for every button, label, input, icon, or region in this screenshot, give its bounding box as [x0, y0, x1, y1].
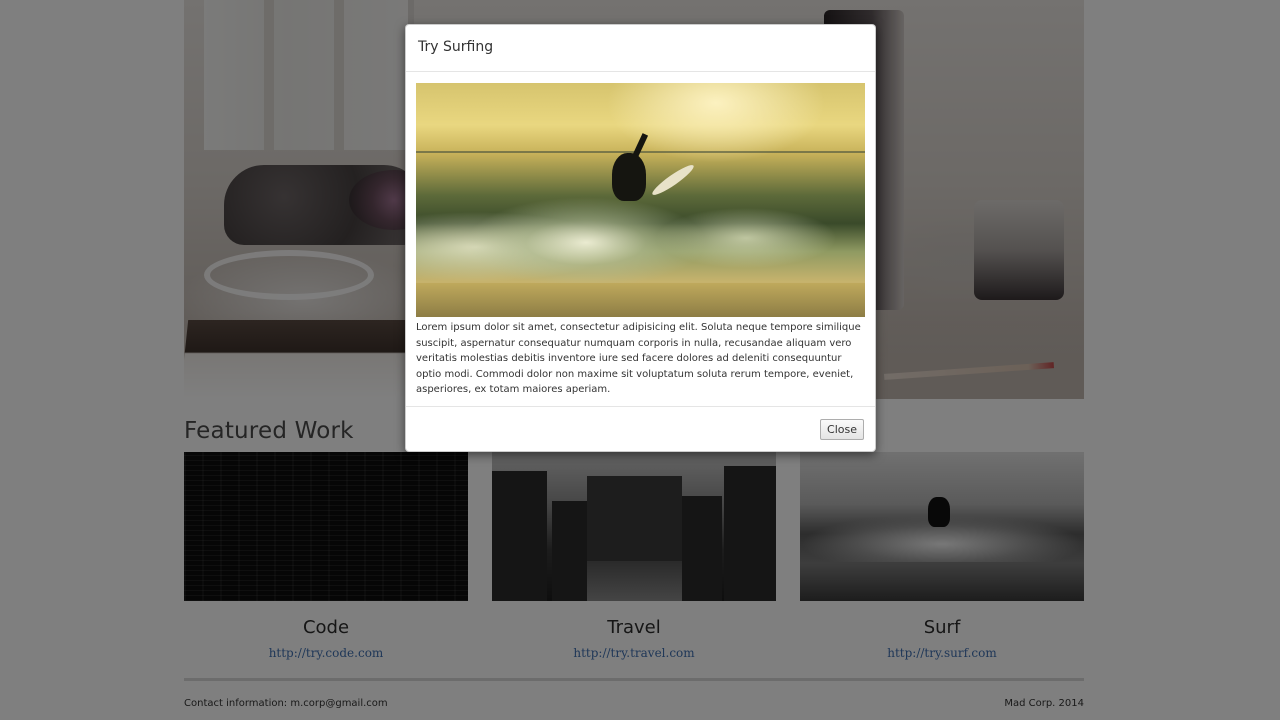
- surfing-photo: [416, 83, 865, 317]
- modal-title: Try Surfing: [418, 39, 494, 55]
- close-button[interactable]: Close: [820, 419, 864, 440]
- modal-header: Try Surfing: [406, 25, 875, 72]
- modal-dialog: Try Surfing Lorem ipsum dolor sit amet, …: [405, 24, 876, 452]
- page: Featured Work Code http://try.code.com T…: [0, 0, 1280, 720]
- modal-description: Lorem ipsum dolor sit amet, consectetur …: [416, 322, 861, 396]
- modal-body: Lorem ipsum dolor sit amet, consectetur …: [406, 72, 875, 398]
- modal-footer: Close: [406, 406, 875, 451]
